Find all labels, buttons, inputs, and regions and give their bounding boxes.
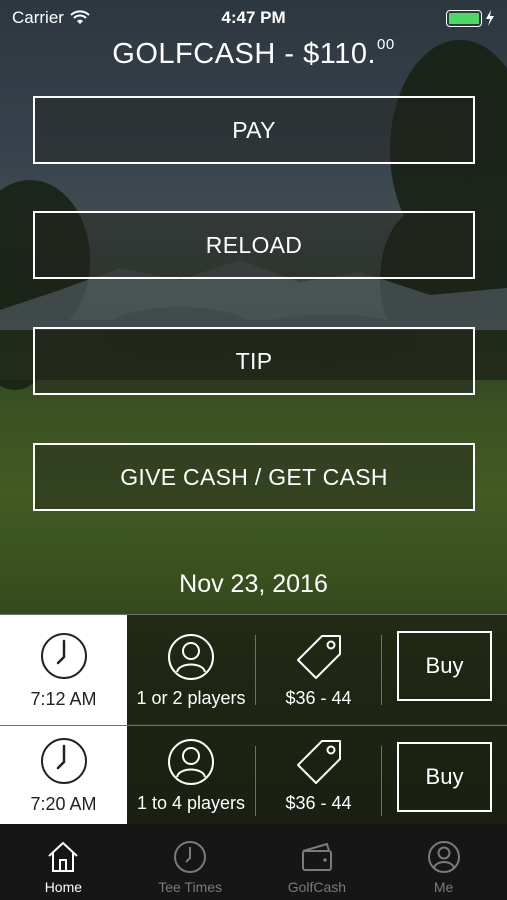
tab-me-label: Me: [433, 879, 454, 895]
buy-button[interactable]: Buy: [397, 742, 492, 812]
tab-tee-times[interactable]: Tee Times: [127, 824, 254, 900]
tee-time-row[interactable]: 7:20 AM 1 to 4 players $36 - 44 Buy: [0, 725, 507, 825]
tee-time-row[interactable]: 7:12 AM 1 or 2 players $36 - 44 Buy: [0, 614, 507, 725]
status-bar: Carrier 4:47 PM: [0, 0, 507, 36]
tab-golfcash[interactable]: GolfCash: [254, 824, 381, 900]
divider: [381, 635, 382, 705]
divider: [381, 746, 382, 816]
tab-home[interactable]: Home: [0, 824, 127, 900]
price-label: $36 - 44: [285, 793, 352, 813]
players-label: 1 to 4 players: [136, 793, 246, 813]
page-title: GOLFCASH - $110.00: [0, 36, 507, 71]
tee-time-box: 7:12 AM: [0, 615, 127, 725]
clock-icon: [40, 632, 87, 679]
reload-button-label: RELOAD: [205, 231, 303, 258]
buy-button-label: Buy: [425, 653, 464, 678]
person-icon: [168, 739, 214, 785]
battery-icon: [446, 9, 495, 27]
price-cell: $36 - 44: [256, 615, 381, 725]
pay-button[interactable]: PAY: [33, 96, 475, 164]
price-tag-icon: [296, 634, 341, 679]
home-icon: [48, 841, 79, 872]
tab-golfcash-label: GolfCash: [287, 879, 347, 895]
buy-button-label: Buy: [425, 764, 464, 789]
tab-me[interactable]: Me: [380, 824, 507, 900]
players-label: 1 or 2 players: [136, 687, 246, 708]
wifi-icon: [70, 10, 90, 24]
person-icon: [168, 633, 214, 680]
players-cell: 1 or 2 players: [127, 615, 255, 725]
carrier-label: Carrier: [12, 8, 64, 27]
clock-icon: [174, 841, 207, 873]
pay-button-label: PAY: [232, 116, 276, 143]
tee-time-box: 7:20 AM: [0, 726, 127, 825]
tab-home-label: Home: [44, 879, 83, 895]
wallet-icon: [301, 842, 332, 871]
balance-cents: 00: [377, 36, 395, 53]
tab-tee-times-label: Tee Times: [158, 879, 223, 895]
reload-button[interactable]: RELOAD: [33, 211, 475, 279]
buy-button[interactable]: Buy: [397, 631, 492, 701]
tip-button[interactable]: TIP: [33, 327, 475, 395]
give-get-cash-button[interactable]: GIVE CASH / GET CASH: [33, 443, 475, 511]
person-icon: [427, 841, 460, 873]
players-cell: 1 to 4 players: [127, 726, 255, 825]
tee-time-label: 7:12 AM: [30, 688, 97, 709]
tip-button-label: TIP: [235, 347, 273, 374]
tab-bar: Home Tee Times GolfCash Me: [0, 824, 507, 900]
price-label: $36 - 44: [285, 687, 352, 708]
price-cell: $36 - 44: [256, 726, 381, 825]
price-tag-icon: [296, 740, 341, 784]
tee-date: Nov 23, 2016: [179, 570, 328, 598]
clock-icon: [40, 738, 87, 784]
balance-label: GOLFCASH - $110.: [112, 38, 377, 70]
tee-time-label: 7:20 AM: [30, 794, 97, 814]
charging-icon: [486, 10, 494, 26]
give-get-cash-button-label: GIVE CASH / GET CASH: [120, 463, 388, 490]
